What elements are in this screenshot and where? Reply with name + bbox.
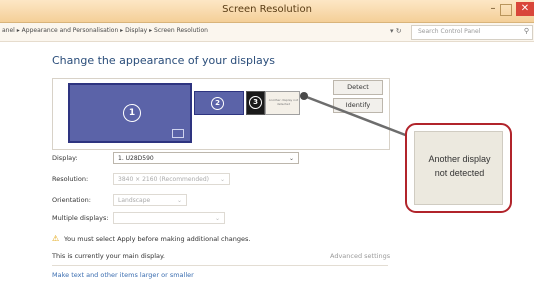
callout-text: Another display not detected [415,152,504,180]
callout-line-1: Another display [428,154,491,164]
screen-resolution-window: Screen Resolution – ✕ anel ▸ Appearance … [0,0,534,291]
callout-box: Another display not detected [405,123,512,213]
callout-panel: Another display not detected [414,131,503,205]
callout-line-2: not detected [434,168,485,178]
